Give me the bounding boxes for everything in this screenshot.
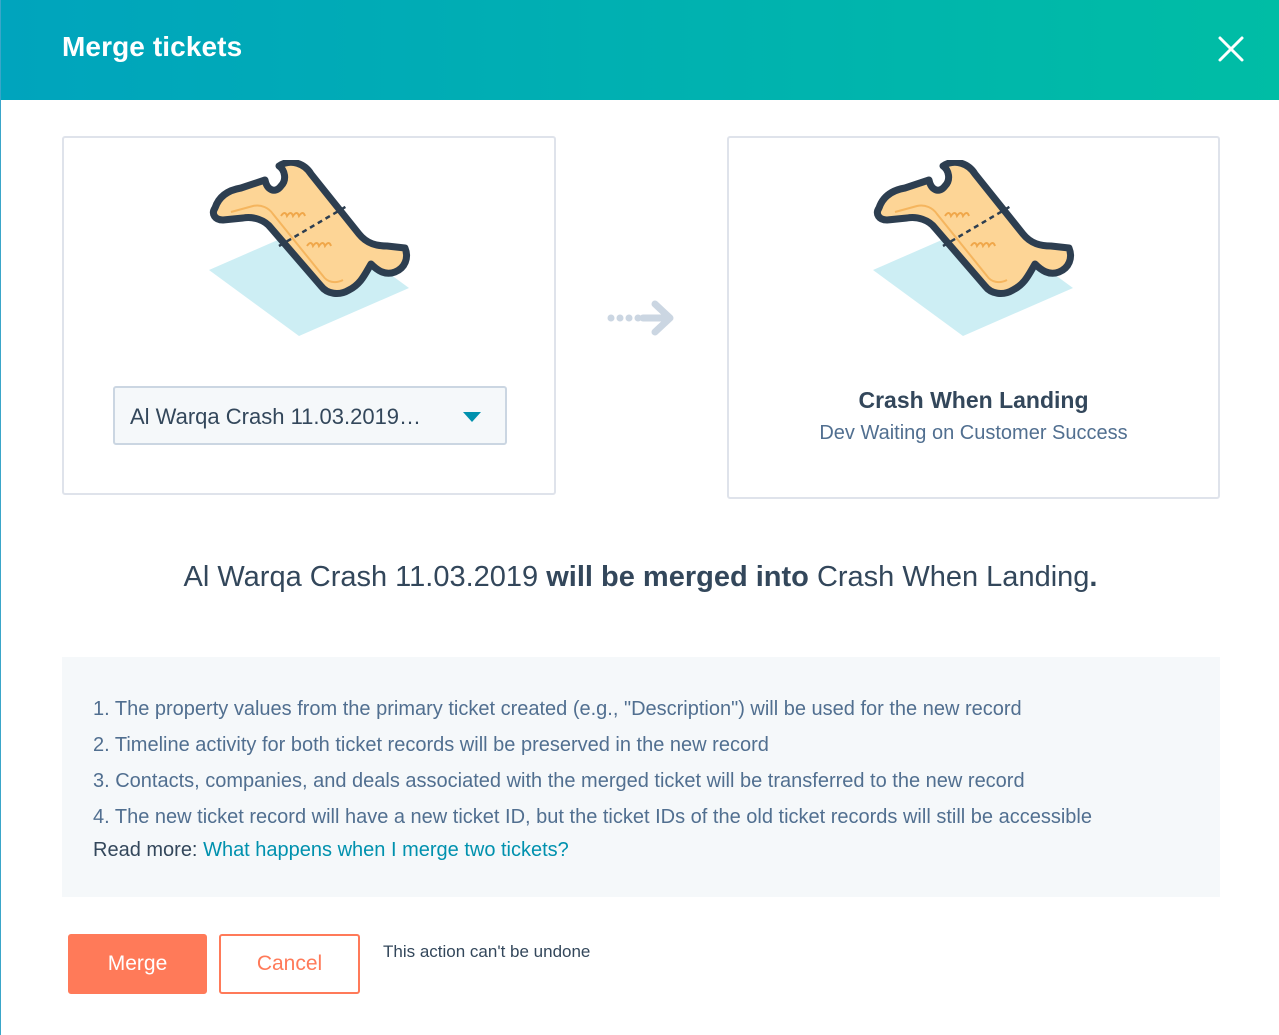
merge-summary: Al Warqa Crash 11.03.2019 will be merged… bbox=[1, 561, 1279, 594]
undo-warning: This action can't be undone bbox=[383, 942, 591, 961]
merge-button[interactable]: Merge bbox=[68, 934, 207, 994]
summary-period: . bbox=[1089, 561, 1098, 593]
target-ticket-name: Crash When Landing bbox=[858, 387, 1089, 413]
dotted-arrow-right-icon bbox=[607, 300, 674, 336]
list-item: 1. The property values from the primary … bbox=[93, 698, 1022, 720]
summary-connector: will be merged into bbox=[546, 561, 809, 593]
summary-source: Al Warqa Crash 11.03.2019 bbox=[183, 561, 539, 593]
source-ticket-card: Al Warqa Crash 11.03.2019… bbox=[62, 136, 556, 495]
read-more-link[interactable]: What happens when I merge two tickets? bbox=[203, 839, 569, 861]
close-icon[interactable] bbox=[1216, 34, 1246, 64]
merge-info-box: 1. The property values from the primary … bbox=[62, 657, 1220, 897]
read-more-label: Read more: bbox=[93, 839, 198, 861]
list-item: 3. Contacts, companies, and deals associ… bbox=[93, 770, 1025, 792]
cancel-button[interactable]: Cancel bbox=[219, 934, 360, 994]
list-item: 2. Timeline activity for both ticket rec… bbox=[93, 734, 769, 756]
ticket-icon bbox=[873, 160, 1075, 336]
source-ticket-select[interactable]: Al Warqa Crash 11.03.2019… bbox=[113, 386, 507, 445]
merge-info-list: 1. The property values from the primary … bbox=[93, 691, 1092, 835]
target-ticket-card: Crash When Landing Dev Waiting on Custom… bbox=[727, 136, 1220, 499]
read-more: Read more: What happens when I merge two… bbox=[93, 832, 569, 868]
summary-target: Crash When Landing bbox=[816, 561, 1090, 593]
merge-tickets-modal: Merge tickets Al Warqa Crash 11.03.2019… bbox=[0, 0, 1279, 1035]
select-value: Al Warqa Crash 11.03.2019… bbox=[130, 404, 422, 429]
modal-header: Merge tickets bbox=[1, 0, 1279, 100]
modal-title: Merge tickets bbox=[62, 31, 243, 62]
caret-down-icon[interactable] bbox=[463, 412, 481, 422]
ticket-icon bbox=[209, 160, 411, 336]
target-ticket-status: Dev Waiting on Customer Success bbox=[819, 422, 1128, 444]
list-item: 4. The new ticket record will have a new… bbox=[93, 806, 1092, 828]
